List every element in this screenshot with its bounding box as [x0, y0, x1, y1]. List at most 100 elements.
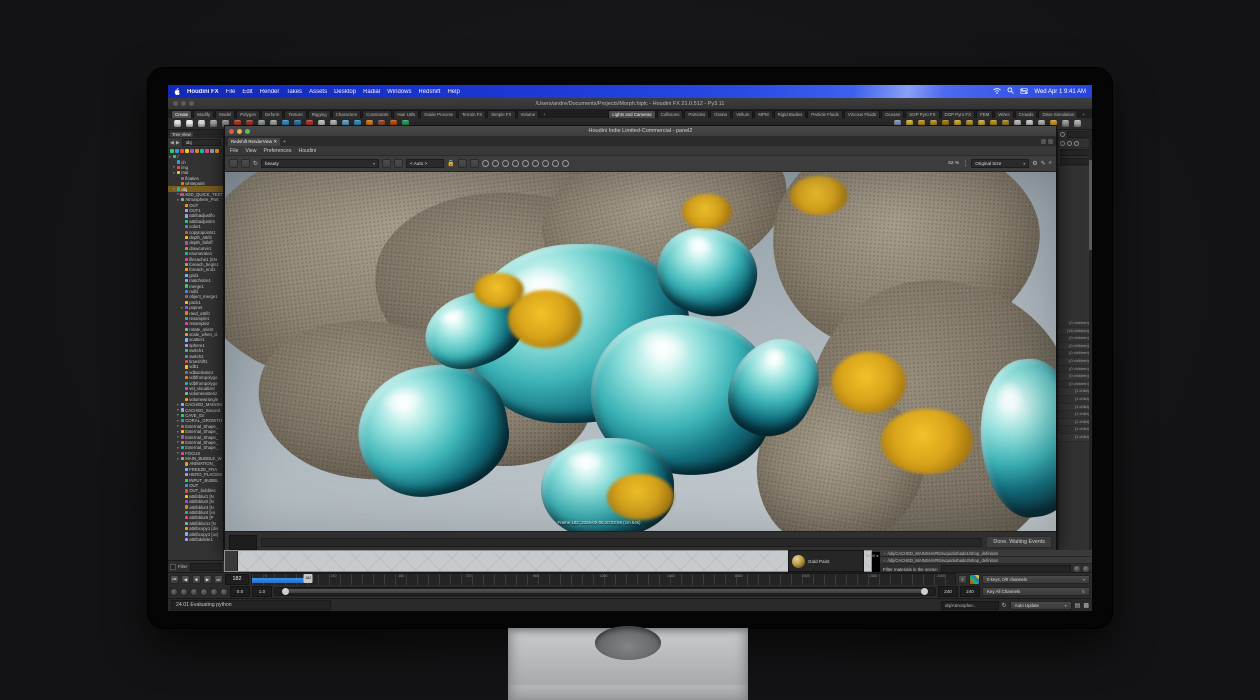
shelf-tool-icon[interactable]: [1062, 120, 1069, 127]
tree-node-External-Shape-[interactable]: ▾External_Shape_: [168, 445, 223, 450]
expand-arrow-icon[interactable]: ▾: [177, 192, 179, 196]
render-menu-preferences[interactable]: Preferences: [264, 148, 292, 154]
expand-arrow-icon[interactable]: ▾: [177, 198, 180, 202]
tree-category-icon[interactable]: [200, 149, 204, 153]
shelf-tab-deform[interactable]: Deform: [261, 110, 283, 118]
clock-icon[interactable]: [482, 160, 489, 167]
aov-select[interactable]: beauty▾: [261, 159, 379, 168]
expand-arrow-icon[interactable]: ▾: [177, 440, 180, 444]
zoom-percentage[interactable]: 62 %: [948, 161, 959, 166]
tree-view-tab[interactable]: Tree View: [170, 132, 193, 137]
children-count-row[interactable]: (1 child): [1058, 388, 1092, 396]
shelf-tab-viscous-fluids[interactable]: Viscous Fluids: [844, 110, 880, 118]
shelf-tab-constraints[interactable]: Constraints: [362, 110, 392, 118]
menu-item-takes[interactable]: Takes: [286, 89, 302, 95]
expand-arrow-icon[interactable]: ▾: [177, 424, 180, 428]
palette-corner-icon[interactable]: [225, 551, 238, 572]
pencil-icon[interactable]: ✎: [1041, 160, 1046, 167]
tree-node-External-Shape-[interactable]: ▾External_Shape_: [168, 429, 223, 434]
playhead[interactable]: 182: [304, 574, 313, 583]
children-count-row[interactable]: (1 child): [1058, 426, 1092, 434]
copy-icon[interactable]: [562, 160, 569, 167]
param-field[interactable]: [1060, 149, 1090, 156]
expand-arrow-icon[interactable]: ▾: [177, 419, 180, 423]
param-field[interactable]: [1060, 158, 1090, 165]
back-arrow-icon[interactable]: ◀: [170, 140, 174, 146]
shelf-tab-oceans[interactable]: Oceans: [881, 110, 904, 118]
control-center-icon[interactable]: [1020, 88, 1028, 96]
bucket-icon[interactable]: [470, 159, 479, 168]
menu-item-assets[interactable]: Assets: [309, 89, 327, 95]
jump-start-button[interactable]: ⏮: [170, 575, 179, 584]
expand-arrow-icon[interactable]: ▾: [169, 155, 172, 159]
menu-bar-clock[interactable]: Wed Apr 1 9:41 AM: [1034, 89, 1086, 95]
realtime-toggle[interactable]: [170, 588, 178, 596]
material-filter-input[interactable]: [941, 565, 1071, 572]
tree-path-field[interactable]: obj: [182, 139, 221, 146]
shelf-tab-vellum[interactable]: Vellum: [732, 110, 753, 118]
settings-toggle[interactable]: [210, 588, 218, 596]
shelf-tab-terrain-fx[interactable]: Terrain FX: [458, 110, 486, 118]
children-count-row[interactable]: (0 children): [1058, 350, 1092, 358]
shelf-tool-icon[interactable]: [174, 120, 181, 127]
shelf-tab-fem[interactable]: FEM: [976, 110, 993, 118]
scrollbar[interactable]: [1089, 130, 1092, 560]
play-button[interactable]: ▶: [203, 575, 212, 584]
children-count-row[interactable]: (1 child): [1058, 419, 1092, 427]
flip-icon[interactable]: [542, 160, 549, 167]
range-handle-left[interactable]: [282, 588, 289, 595]
key-all-channels-button[interactable]: Key All Channels⇅: [982, 587, 1090, 596]
render-menu-file[interactable]: File: [230, 148, 238, 154]
range-handle-right[interactable]: [921, 588, 928, 595]
menu-item-desktop[interactable]: Desktop: [334, 89, 356, 95]
children-count-row[interactable]: (1 child): [1058, 434, 1092, 442]
menu-item-file[interactable]: File: [226, 89, 236, 95]
gear-icon[interactable]: ⚙: [1032, 160, 1037, 167]
image-size-select[interactable]: Original Size▾: [971, 159, 1029, 168]
new-tab-button[interactable]: +: [283, 139, 286, 145]
current-frame-field[interactable]: 182: [225, 574, 249, 585]
shelf-tab-particles[interactable]: Particles: [684, 110, 709, 118]
shelf-tab-rigid-bodies[interactable]: Rigid Bodies: [774, 110, 807, 118]
playback-range-slider[interactable]: [274, 587, 936, 596]
snapshot-button[interactable]: [382, 159, 391, 168]
filter-input[interactable]: [190, 563, 222, 571]
tree-category-icon[interactable]: [180, 149, 184, 153]
expand-arrow-icon[interactable]: ▾: [177, 457, 180, 461]
tree-node-CACHED-MAINSH[interactable]: ▾CACHED_MAINSH: [168, 402, 223, 407]
timeline-zoom-button[interactable]: ⌕: [958, 575, 967, 584]
range-end-field[interactable]: 1.0: [252, 586, 272, 597]
target-icon[interactable]: [492, 160, 499, 167]
filter-checkbox[interactable]: [170, 564, 176, 570]
forward-arrow-icon[interactable]: ▶: [176, 140, 180, 146]
apple-menu-icon[interactable]: [174, 88, 180, 95]
shelf-tab-hair-utils[interactable]: Hair Utils: [393, 110, 419, 118]
restart-render-icon[interactable]: ↻: [253, 160, 258, 167]
message-log-icon[interactable]: ▩: [1083, 602, 1089, 609]
auto-update-select[interactable]: Auto Update▾: [1010, 601, 1072, 610]
shelf-tab-collisions[interactable]: Collisions: [657, 110, 684, 118]
children-count-row[interactable]: (1 child): [1058, 404, 1092, 412]
tree-node-External-Shape-[interactable]: ▾External_Shape_: [168, 424, 223, 429]
pane-menu-icon[interactable]: [1048, 139, 1053, 144]
tab-redshift-renderview[interactable]: Redshift RenderView ✕: [228, 138, 280, 146]
snapshot-select[interactable]: < Auto >: [406, 159, 444, 168]
shelf-tab-create[interactable]: Create: [171, 110, 192, 118]
shelf-tab-modify[interactable]: Modify: [193, 110, 214, 118]
tree-filter-icons[interactable]: [168, 147, 223, 154]
shelf-tab-lights-and-cameras[interactable]: Lights and Cameras: [608, 110, 655, 118]
compare-button[interactable]: [394, 159, 403, 168]
tree-category-icon[interactable]: [195, 149, 199, 153]
sim-toggle[interactable]: [200, 588, 208, 596]
menu-item-help[interactable]: Help: [447, 89, 459, 95]
end-frame-field[interactable]: 240: [938, 586, 958, 597]
material-path-row[interactable]: +/obj/CACHED_MAINSHAPE/svquickshade1/sho…: [880, 550, 1092, 557]
tree-node-External-Shape-[interactable]: ▾External_Shape_: [168, 434, 223, 439]
zoom-in-icon[interactable]: [1060, 141, 1065, 146]
keyframe-toggle[interactable]: [220, 588, 228, 596]
menu-item-radial[interactable]: Radial: [363, 89, 380, 95]
children-count-row[interactable]: (0 children): [1058, 335, 1092, 343]
children-count-row[interactable]: (0 children): [1058, 366, 1092, 374]
audio-toggle[interactable]: [190, 588, 198, 596]
shelf-tool-icon[interactable]: [210, 120, 217, 127]
